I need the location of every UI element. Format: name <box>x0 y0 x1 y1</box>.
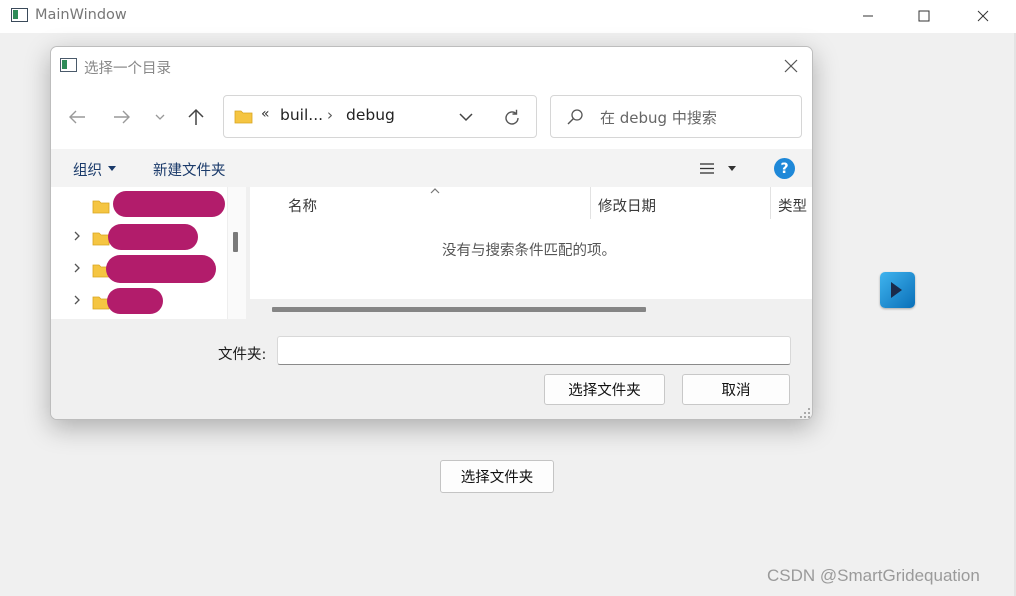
media-app-icon[interactable] <box>880 272 915 308</box>
search-input[interactable]: 在 debug 中搜索 <box>550 95 802 138</box>
breadcrumb-debug[interactable]: debug <box>346 106 395 124</box>
dialog-footer: 文件夹: 选择文件夹 取消 <box>51 319 812 419</box>
chevron-right-icon[interactable] <box>72 262 82 274</box>
search-icon <box>567 109 583 125</box>
dialog-title: 选择一个目录 <box>84 61 171 77</box>
navigation-scrollbar-thumb[interactable] <box>233 232 238 252</box>
main-window-title: MainWindow <box>35 7 127 23</box>
minimize-icon <box>863 15 873 17</box>
chevron-right-icon[interactable] <box>72 294 82 306</box>
column-header-name[interactable]: 名称 <box>288 187 317 223</box>
tree-item[interactable] <box>51 253 227 285</box>
navigation-scrollbar[interactable] <box>227 187 246 319</box>
sort-ascending-icon <box>430 188 440 194</box>
redaction-mark <box>113 191 225 217</box>
chevron-down-icon <box>155 114 165 120</box>
close-icon <box>977 10 989 22</box>
recent-locations-button[interactable] <box>150 85 170 149</box>
tree-item[interactable] <box>51 285 227 317</box>
organize-caret-icon <box>108 166 116 171</box>
redaction-mark <box>106 255 216 283</box>
folder-icon <box>234 110 253 124</box>
help-icon[interactable]: ? <box>774 158 795 179</box>
column-divider[interactable] <box>590 187 591 219</box>
main-choose-folder-button[interactable]: 选择文件夹 <box>440 460 554 493</box>
select-folder-button[interactable]: 选择文件夹 <box>544 374 665 405</box>
back-button[interactable] <box>64 85 90 149</box>
organize-menu[interactable]: 组织 <box>73 159 102 180</box>
dialog-close-button[interactable] <box>779 55 803 77</box>
cancel-button[interactable]: 取消 <box>682 374 790 405</box>
navigation-bar: « buil... › debug 在 debug 中搜索 <box>51 85 812 149</box>
address-bar[interactable]: « buil... › debug <box>223 95 537 138</box>
folder-field[interactable] <box>277 336 791 365</box>
dialog-titlebar: 选择一个目录 <box>51 47 812 85</box>
file-list-pane: 名称 修改日期 类型 没有与搜索条件匹配的项。 <box>250 187 812 319</box>
watermark: CSDN @SmartGridequation <box>767 566 980 585</box>
tree-item[interactable] <box>51 189 227 221</box>
select-directory-dialog: 选择一个目录 « buil... › debug 在 debug 中搜索 组织 … <box>50 46 813 420</box>
app-window-icon <box>11 8 28 22</box>
breadcrumb-separator[interactable]: › <box>327 106 333 124</box>
view-options-caret-icon[interactable] <box>728 166 736 171</box>
empty-results-message: 没有与搜索条件匹配的项。 <box>442 243 616 259</box>
arrow-up-icon <box>188 108 204 125</box>
minimize-button[interactable] <box>845 0 891 32</box>
tree-item[interactable] <box>51 221 227 253</box>
folder-field-label: 文件夹: <box>218 347 267 363</box>
close-button[interactable] <box>960 0 1006 32</box>
redaction-mark <box>107 288 163 314</box>
forward-button[interactable] <box>109 85 135 149</box>
new-folder-button[interactable]: 新建文件夹 <box>153 159 226 180</box>
address-overflow-chevrons[interactable]: « <box>261 106 270 122</box>
breadcrumb-build[interactable]: buil... <box>280 106 323 124</box>
arrow-left-icon <box>69 110 85 124</box>
chevron-right-icon[interactable] <box>72 230 82 242</box>
redaction-mark <box>108 224 198 250</box>
column-header-type[interactable]: 类型 <box>778 187 807 223</box>
chevron-down-icon[interactable] <box>458 109 474 125</box>
folder-icon <box>92 200 110 214</box>
resize-grip-icon[interactable] <box>799 407 811 419</box>
arrow-right-icon <box>114 110 130 124</box>
maximize-button[interactable] <box>901 0 947 32</box>
search-placeholder: 在 debug 中搜索 <box>600 109 717 127</box>
column-header-modified[interactable]: 修改日期 <box>598 187 656 223</box>
navigation-pane <box>51 187 246 319</box>
refresh-icon[interactable] <box>502 108 522 128</box>
command-bar: 组织 新建文件夹 ? <box>51 149 812 187</box>
close-icon <box>784 59 798 73</box>
maximize-icon <box>918 10 930 22</box>
main-window-titlebar: MainWindow <box>0 0 1016 33</box>
up-button[interactable] <box>183 85 209 149</box>
list-view-icon[interactable] <box>699 162 715 175</box>
dialog-window-icon <box>60 58 77 72</box>
horizontal-scrollbar-thumb[interactable] <box>272 307 646 312</box>
column-divider[interactable] <box>770 187 771 219</box>
